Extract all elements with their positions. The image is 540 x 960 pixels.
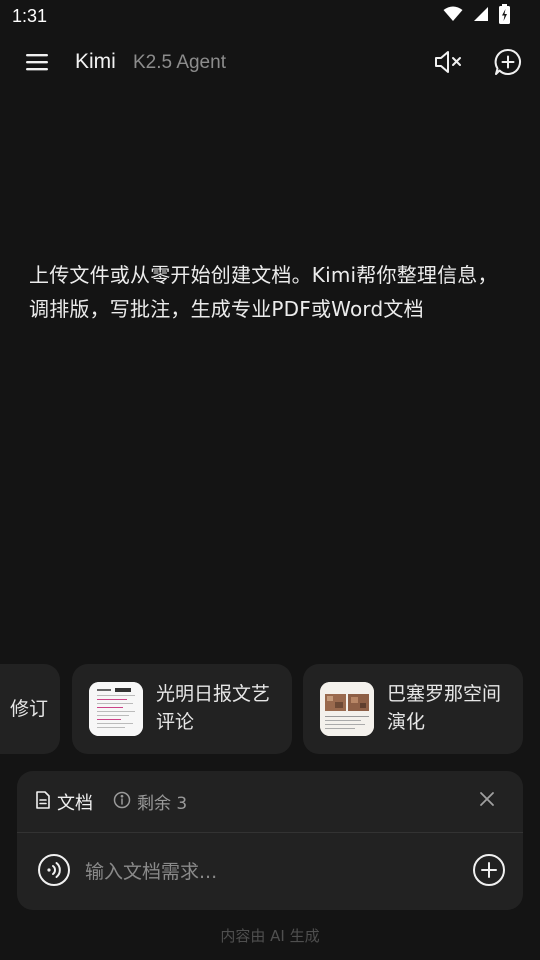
info-icon	[113, 791, 131, 813]
status-icons	[443, 4, 510, 28]
divider	[17, 832, 523, 833]
document-preview-thumbnail	[89, 682, 143, 736]
battery-charging-icon	[499, 4, 510, 28]
mute-button[interactable]	[430, 48, 466, 80]
hamburger-menu-icon	[25, 52, 49, 76]
new-chat-icon	[493, 47, 523, 81]
new-chat-button[interactable]	[490, 47, 526, 81]
document-mode-label: 文档	[57, 793, 93, 814]
quota-indicator: 剩余 3	[113, 789, 187, 814]
document-icon	[35, 791, 51, 813]
city-map-thumbnail	[320, 682, 374, 736]
suggestion-label: 巴塞罗那空间演化	[387, 683, 502, 733]
quota-remaining: 剩余 3	[137, 794, 188, 814]
suggestion-card[interactable]: 光明日报文艺评论	[72, 664, 292, 754]
app-title: Kimi	[75, 50, 116, 73]
voice-input-icon	[37, 853, 71, 891]
wifi-icon	[443, 6, 463, 26]
suggestion-label: 光明日报文艺评论	[156, 683, 271, 733]
app-screen: 1:31 Kimi K2.5 Agent 上传文件或从零开始创建文档。Kimi帮…	[0, 0, 540, 960]
model-selector[interactable]: K2.5 Agent	[133, 52, 226, 74]
plus-circle-icon	[472, 853, 506, 891]
suggestion-carousel[interactable]: 修订 光明日报文艺评论 巴塞罗那空间演化	[0, 664, 540, 754]
speaker-muted-icon	[433, 48, 463, 80]
suggestion-card[interactable]: 巴塞罗那空间演化	[303, 664, 523, 754]
menu-button[interactable]	[22, 50, 52, 78]
document-request-input[interactable]	[85, 855, 455, 889]
document-mode-chip[interactable]: 文档	[35, 789, 93, 815]
top-app-bar: Kimi K2.5 Agent	[0, 38, 540, 90]
suggestion-card[interactable]: 修订	[0, 664, 60, 754]
cellular-signal-icon	[473, 6, 489, 26]
close-icon	[479, 791, 495, 811]
suggestion-label: 修订	[9, 698, 48, 720]
document-input-panel: 文档 剩余 3	[17, 771, 523, 910]
status-bar: 1:31	[0, 0, 540, 34]
intro-description: 上传文件或从零开始创建文档。Kimi帮你整理信息，调排版，写批注，生成专业PDF…	[29, 263, 498, 321]
voice-input-button[interactable]	[37, 853, 71, 891]
status-time: 1:31	[12, 6, 48, 26]
add-attachment-button[interactable]	[472, 853, 506, 891]
ai-disclaimer: 内容由 AI 生成	[220, 927, 320, 945]
close-mode-button[interactable]	[475, 789, 499, 813]
